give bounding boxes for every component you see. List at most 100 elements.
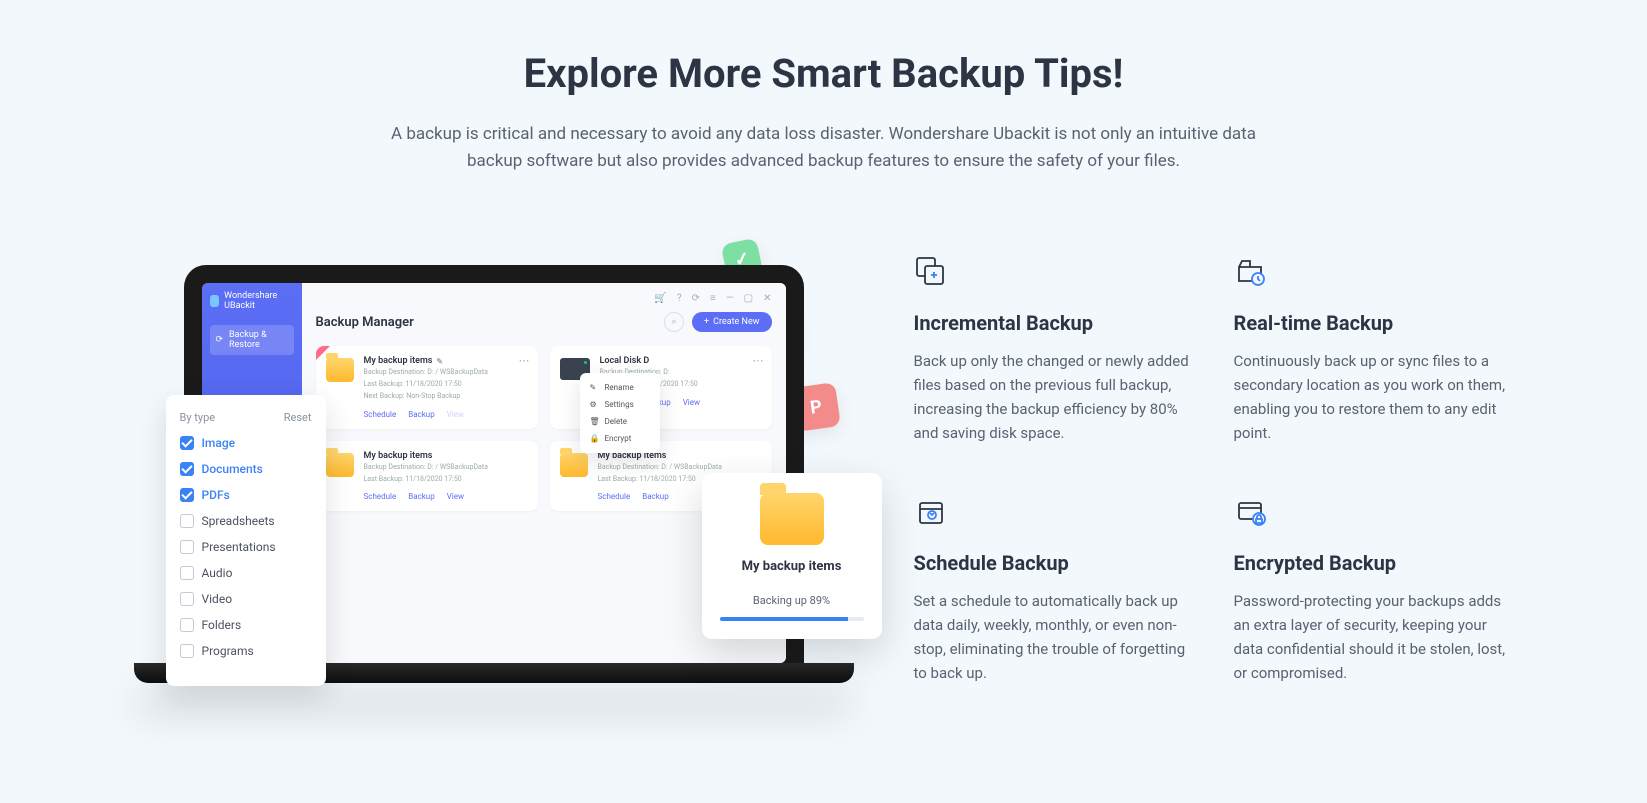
create-label: Create New xyxy=(713,317,759,327)
create-new-button[interactable]: + Create New xyxy=(692,312,772,332)
trash-icon: 🗑 xyxy=(590,417,599,426)
filter-item-label: Image xyxy=(202,436,236,450)
checkbox-icon xyxy=(180,514,194,528)
menu-icon[interactable]: ≡ xyxy=(710,293,716,304)
ctx-label: Settings xyxy=(605,400,634,409)
folder-icon xyxy=(760,493,824,545)
card-dest: Backup Destination: D: / WSBackupData xyxy=(364,368,528,378)
filter-item-folders[interactable]: Folders xyxy=(180,618,312,632)
backup-icon: ⟳ xyxy=(216,335,224,345)
feature-title: Schedule Backup xyxy=(914,551,1194,575)
edit-icon[interactable]: ✎ xyxy=(436,357,443,366)
filter-item-label: Presentations xyxy=(202,540,276,554)
view-link[interactable]: View xyxy=(683,398,700,407)
nav-backup-restore[interactable]: ⟳ Backup & Restore xyxy=(210,325,294,355)
view-link[interactable]: View xyxy=(447,492,464,501)
maximize-icon[interactable]: ▢ xyxy=(744,293,753,304)
ctx-label: Delete xyxy=(605,417,628,426)
feature-schedule: Schedule Backup Set a schedule to automa… xyxy=(914,495,1194,685)
filter-item-presentations[interactable]: Presentations xyxy=(180,540,312,554)
backup-link[interactable]: Backup xyxy=(408,410,434,419)
view-link[interactable]: View xyxy=(447,410,464,419)
filter-item-programs[interactable]: Programs xyxy=(180,644,312,658)
card-title: My backup items xyxy=(364,451,433,461)
filter-reset[interactable]: Reset xyxy=(284,411,312,424)
page-subtitle: A backup is critical and necessary to av… xyxy=(364,121,1284,175)
feature-incremental: Incremental Backup Back up only the chan… xyxy=(914,255,1194,445)
more-icon[interactable]: ⋯ xyxy=(519,354,530,367)
backup-card[interactable]: My backup items✎ Backup Destination: D: … xyxy=(316,346,538,428)
page-title: Explore More Smart Backup Tips! xyxy=(364,50,1284,97)
logo-icon xyxy=(210,295,220,307)
card-title: My backup items xyxy=(364,356,433,366)
schedule-link[interactable]: Schedule xyxy=(364,492,397,501)
checkbox-icon xyxy=(180,592,194,606)
schedule-icon xyxy=(914,495,948,529)
features-grid: Incremental Backup Back up only the chan… xyxy=(914,255,1514,685)
filter-item-label: Spreadsheets xyxy=(202,514,275,528)
checkbox-icon xyxy=(180,566,194,580)
refresh-icon[interactable]: ⟳ xyxy=(692,293,700,304)
more-icon[interactable]: ⋯ xyxy=(753,354,764,367)
schedule-link[interactable]: Schedule xyxy=(364,410,397,419)
ctx-label: Rename xyxy=(605,383,634,392)
popup-status: Backing up 89% xyxy=(720,594,864,607)
nav-label: Backup & Restore xyxy=(229,330,287,350)
product-screenshot: ✓ ♪ P Wondershare UBackit ⟳ Backup & Res… xyxy=(134,265,854,683)
filter-item-label: Video xyxy=(202,592,233,606)
backup-link[interactable]: Backup xyxy=(642,492,668,501)
progress-fill xyxy=(720,617,848,621)
filter-item-documents[interactable]: Documents xyxy=(180,462,312,476)
realtime-icon xyxy=(1234,255,1268,289)
plus-icon: + xyxy=(704,317,709,327)
context-menu: ✎Rename ⚙Settings 🗑 Delete 🔒Encrypt xyxy=(580,373,660,453)
ctx-delete[interactable]: 🗑 Delete xyxy=(580,413,660,430)
feature-desc: Back up only the changed or newly added … xyxy=(914,349,1194,445)
card-next-backup: Next Backup: Non-Stop Backup xyxy=(364,392,528,402)
checkbox-icon xyxy=(180,462,194,476)
feature-title: Real-time Backup xyxy=(1234,311,1514,335)
backup-progress-popup: My backup items Backing up 89% xyxy=(702,473,882,639)
checkbox-icon xyxy=(180,644,194,658)
filter-item-audio[interactable]: Audio xyxy=(180,566,312,580)
close-icon[interactable]: ✕ xyxy=(763,293,771,304)
feature-title: Encrypted Backup xyxy=(1234,551,1514,575)
filter-item-pdfs[interactable]: PDFs xyxy=(180,488,312,502)
filter-item-label: Folders xyxy=(202,618,242,632)
feature-realtime: Real-time Backup Continuously back up or… xyxy=(1234,255,1514,445)
folder-icon xyxy=(560,453,588,477)
filter-item-image[interactable]: Image xyxy=(180,436,312,450)
cart-icon[interactable]: 🛒 xyxy=(654,293,666,304)
feature-encrypted: Encrypted Backup Password-protecting you… xyxy=(1234,495,1514,685)
app-brand: Wondershare UBackit xyxy=(224,291,293,311)
backup-card[interactable]: My backup items Backup Destination: D: /… xyxy=(316,441,538,512)
filter-item-label: PDFs xyxy=(202,488,230,502)
ctx-label: Encrypt xyxy=(605,434,632,443)
schedule-link[interactable]: Schedule xyxy=(598,492,631,501)
filter-item-video[interactable]: Video xyxy=(180,592,312,606)
ctx-settings[interactable]: ⚙Settings xyxy=(580,396,660,413)
search-button[interactable]: ⌕ xyxy=(664,312,684,332)
minimize-icon[interactable]: — xyxy=(726,293,734,304)
popup-title: My backup items xyxy=(720,559,864,574)
checkbox-icon xyxy=(180,436,194,450)
backup-link[interactable]: Backup xyxy=(408,492,434,501)
filter-item-spreadsheets[interactable]: Spreadsheets xyxy=(180,514,312,528)
incremental-icon xyxy=(914,255,948,289)
folder-icon xyxy=(326,358,354,382)
section-title: Backup Manager xyxy=(316,315,414,330)
card-title: Local Disk D xyxy=(600,356,650,366)
progress-bar xyxy=(720,617,864,621)
feature-desc: Set a schedule to automatically back up … xyxy=(914,589,1194,685)
feature-desc: Password-protecting your backups adds an… xyxy=(1234,589,1514,685)
checkbox-icon xyxy=(180,488,194,502)
checkbox-icon xyxy=(180,618,194,632)
card-dest: Backup Destination: D: / WSBackupData xyxy=(598,463,762,473)
folder-icon xyxy=(326,453,354,477)
ctx-rename[interactable]: ✎Rename xyxy=(580,379,660,396)
help-icon[interactable]: ? xyxy=(677,293,682,304)
card-last-backup: Last Backup: 11/18/2020 17:50 xyxy=(364,475,528,485)
ctx-encrypt[interactable]: 🔒Encrypt xyxy=(580,430,660,447)
encrypted-icon xyxy=(1234,495,1268,529)
card-dest: Backup Destination: D: / WSBackupData xyxy=(364,463,528,473)
